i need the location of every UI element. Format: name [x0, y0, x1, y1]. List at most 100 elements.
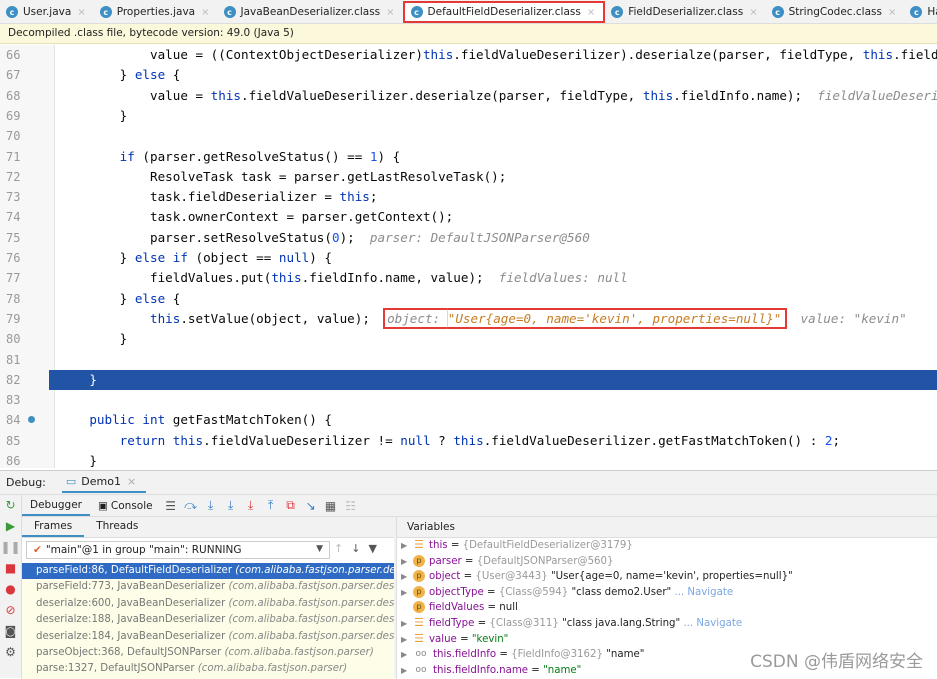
tab-console[interactable]: Console [108, 497, 161, 515]
code-line[interactable]: 83 [0, 390, 937, 410]
code-line[interactable]: 66 value = ((ContextObjectDeserializer)t… [0, 45, 937, 65]
close-tab-icon[interactable]: × [201, 7, 209, 18]
show-execution-point-icon[interactable]: ⤼ [181, 498, 201, 513]
code-token: fieldValueDeserilizer [817, 87, 937, 103]
rerun-icon[interactable]: ↻ [0, 495, 21, 516]
camera-icon[interactable]: ◙ [0, 621, 21, 642]
close-icon[interactable]: × [127, 475, 136, 488]
code-line[interactable]: 71 if (parser.getResolveStatus() == 1) { [0, 147, 937, 167]
editor-tab[interactable]: c FieldDeserializer.class × [605, 0, 765, 23]
code-line[interactable]: 72 ResolveTask task = parser.getLastReso… [0, 167, 937, 187]
code-line[interactable]: 69 } [0, 106, 937, 126]
stack-frame[interactable]: parse:1327, DefaultJSONParser (com.aliba… [22, 661, 394, 677]
code-editor[interactable]: 66 value = ((ContextObjectDeserializer)t… [0, 45, 937, 468]
filter-icon[interactable]: ▼ [368, 542, 384, 555]
editor-tab[interactable]: c Properties.java × [94, 0, 218, 23]
code-line[interactable]: 84 public int getFastMatchToken() { [0, 410, 937, 430]
settings-icon[interactable]: ⚙ [0, 642, 21, 663]
expand-arrow-icon[interactable]: ▶ [401, 585, 413, 601]
code-line[interactable]: 67 } else { [0, 65, 937, 85]
code-line[interactable]: 81 [0, 350, 937, 370]
code-token: } [59, 290, 135, 306]
mute-breakpoints-icon[interactable]: ⊘ [0, 600, 21, 621]
step-over-icon[interactable]: ⤓ [201, 498, 221, 513]
resume-icon[interactable]: ▶ [0, 516, 21, 537]
expand-arrow-icon[interactable]: ▶ [401, 632, 413, 648]
editor-tab[interactable]: cHashtable.java× [904, 0, 937, 23]
editor-tab[interactable]: c DefaultFieldDeserializer.class × [402, 1, 606, 23]
variable-row[interactable]: p fieldValues = null [397, 600, 937, 616]
step-out-icon[interactable]: ⤒ [261, 498, 281, 513]
pause-icon[interactable]: ❚❚ [0, 537, 21, 558]
expand-arrow-icon[interactable]: ▶ [401, 663, 413, 679]
code-line[interactable]: 70 [0, 126, 937, 146]
code-line[interactable]: 82 } [0, 369, 937, 391]
force-step-into-icon[interactable]: ⤓ [241, 498, 261, 513]
evaluate-icon[interactable]: ▦ [321, 499, 341, 513]
variable-row[interactable]: ▶ p objectType = {Class@594} "class demo2.… [397, 585, 937, 601]
code-line[interactable]: 74 task.ownerContext = parser.getContext… [0, 207, 937, 227]
code-line[interactable]: 79 this.setValue(object, value); object:… [0, 307, 937, 329]
step-into-icon[interactable]: ⤓ [221, 498, 241, 513]
close-tab-icon[interactable]: × [77, 7, 85, 18]
variable-name: fieldValues [429, 602, 485, 614]
code-line[interactable]: 80 } [0, 329, 937, 349]
drop-frame-icon[interactable]: ⧉ [281, 498, 301, 513]
code-line[interactable]: 78 } else { [0, 289, 937, 309]
code-token: } [59, 371, 97, 387]
thread-selector[interactable]: ✔ "main"@1 in group "main": RUNNING ▼ [26, 541, 330, 559]
run-to-cursor-icon[interactable]: ↘ [301, 499, 321, 513]
check-icon: ✔ [33, 544, 42, 556]
tab-debugger[interactable]: Debugger [22, 496, 90, 516]
tab-label: Hashtable.java [927, 6, 937, 18]
expand-arrow-icon[interactable]: ▶ [401, 569, 413, 585]
stop-icon[interactable]: ■ [0, 558, 21, 579]
code-line[interactable]: 68 value = this.fieldValueDeserilizer.de… [0, 86, 937, 106]
code-line[interactable]: 85 return this.fieldValueDeserilizer != … [0, 431, 937, 451]
stack-frame[interactable]: deserialze:600, JavaBeanDeserializer (co… [22, 596, 394, 612]
trace-icon[interactable]: ☷ [341, 499, 361, 513]
close-tab-icon[interactable]: × [386, 7, 394, 18]
session-tab[interactable]: ▭ Demo1 × [61, 472, 147, 493]
arrow-up-icon[interactable]: ↑ [334, 542, 351, 555]
stack-frame[interactable]: deserialze:184, JavaBeanDeserializer (co… [22, 629, 394, 645]
expand-arrow-icon[interactable]: ▶ [401, 554, 413, 570]
variable-row[interactable]: ▶ p object = {User@3443} "User{age=0, name… [397, 569, 937, 585]
stack-frame[interactable]: parseObject:368, DefaultJSONParser (com.… [22, 645, 394, 661]
variable-row[interactable]: ▶ p parser = {DefaultJSONParser@560} [397, 554, 937, 570]
stack-frame[interactable]: parseField:773, JavaBeanDeserializer (co… [22, 579, 394, 595]
variable-row[interactable]: ▶ ☰ fieldType = {Class@311} "class java.la… [397, 616, 937, 632]
close-tab-icon[interactable]: × [888, 7, 896, 18]
view-breakpoints-icon[interactable]: ● [0, 579, 21, 600]
stack-frame[interactable]: deserialze:188, JavaBeanDeserializer (co… [22, 612, 394, 628]
variable-row[interactable]: ▶ ☰ this = {DefaultFieldDeserializer@3179} [397, 538, 937, 554]
code-token: } [59, 453, 97, 468]
menu-icon[interactable]: ☰ [161, 499, 181, 513]
expand-arrow-icon[interactable]: ▶ [401, 647, 413, 663]
navigate-link[interactable]: ... Navigate [683, 618, 742, 629]
editor-tab[interactable]: c JavaBeanDeserializer.class × [218, 0, 403, 23]
tab-frames[interactable]: Frames [22, 517, 85, 537]
tab-threads[interactable]: Threads [84, 517, 150, 537]
arrow-down-icon[interactable]: ↓ [351, 542, 368, 555]
editor-tab[interactable]: c StringCodec.class × [766, 0, 905, 23]
stack-frame[interactable]: parseField:86, DefaultFieldDeserializer … [22, 563, 394, 580]
frame-method: parseField:86, DefaultFieldDeserializer [36, 565, 233, 576]
code-token: this [172, 432, 204, 448]
variable-row[interactable]: ▶ ☰ value = "kevin" [397, 632, 937, 648]
code-line[interactable]: 76 } else if (object == null) { [0, 248, 937, 268]
expand-arrow-icon[interactable]: ▶ [401, 538, 413, 554]
code-line[interactable]: 86 } [0, 451, 937, 468]
expand-arrow-icon[interactable]: ▶ [401, 616, 413, 632]
code-line[interactable]: 77 fieldValues.put(this.fieldInfo.name, … [0, 268, 937, 288]
close-tab-icon[interactable]: × [587, 7, 595, 18]
code-token: object: [383, 307, 448, 329]
code-line[interactable]: 75 parser.setResolveStatus(0); parser: D… [0, 228, 937, 248]
navigate-link[interactable]: ... Navigate [674, 587, 733, 598]
editor-tabs: c User.java × c Properties.java × c JavaBeanDes… [0, 0, 937, 24]
code-line[interactable]: 73 task.fieldDeserializer = this; [0, 187, 937, 207]
close-tab-icon[interactable]: × [749, 7, 757, 18]
variable-type: {DefaultFieldDeserializer@3179} [462, 540, 633, 551]
editor-tab[interactable]: c User.java × [0, 0, 94, 23]
line-number: 84 [6, 410, 35, 430]
